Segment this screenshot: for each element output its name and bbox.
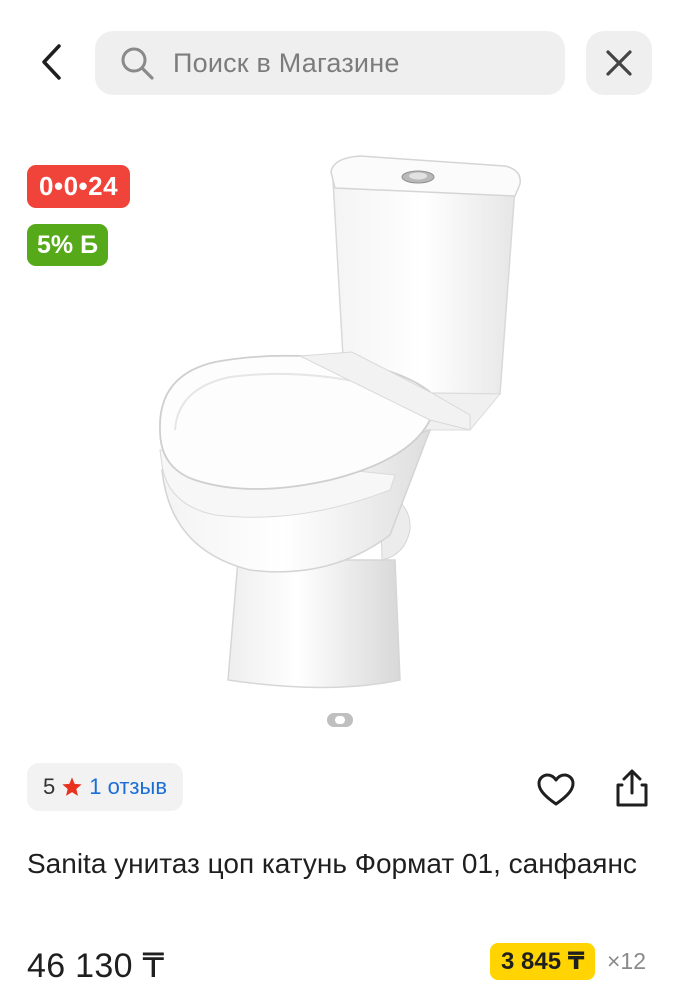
timer-badge: 0•0•24: [27, 165, 131, 208]
close-button[interactable]: [586, 31, 652, 95]
top-bar: Поиск в Магазине: [0, 0, 681, 120]
gallery-pager-dot: [327, 713, 353, 727]
bonus-badge: 5% Б: [27, 224, 109, 266]
search-placeholder: Поиск в Магазине: [173, 47, 400, 78]
price: 46 130 ₸: [27, 947, 165, 985]
back-arrow-icon: [42, 44, 61, 80]
installment-months: ×12: [607, 948, 647, 974]
heart-icon: [537, 773, 575, 806]
installment-badge[interactable]: 3 845 ₸: [490, 943, 596, 980]
product-image-gallery[interactable]: [0, 130, 681, 750]
rating-score: 5: [43, 774, 56, 799]
search-input[interactable]: Поиск в Магазине: [95, 31, 565, 95]
product-image: [159, 155, 521, 689]
star-icon: [61, 776, 83, 798]
back-button[interactable]: [28, 36, 76, 88]
rating-chip[interactable]: 5 1 отзыв: [27, 763, 184, 811]
search-icon: [119, 45, 155, 81]
reviews-link[interactable]: 1 отзыв: [89, 774, 167, 800]
share-button[interactable]: [610, 766, 654, 810]
close-icon: [606, 50, 632, 76]
favorite-button[interactable]: [534, 768, 578, 812]
product-title: Sanita унитаз цоп катунь Формат 01, санф…: [27, 848, 637, 879]
share-icon: [616, 769, 648, 807]
